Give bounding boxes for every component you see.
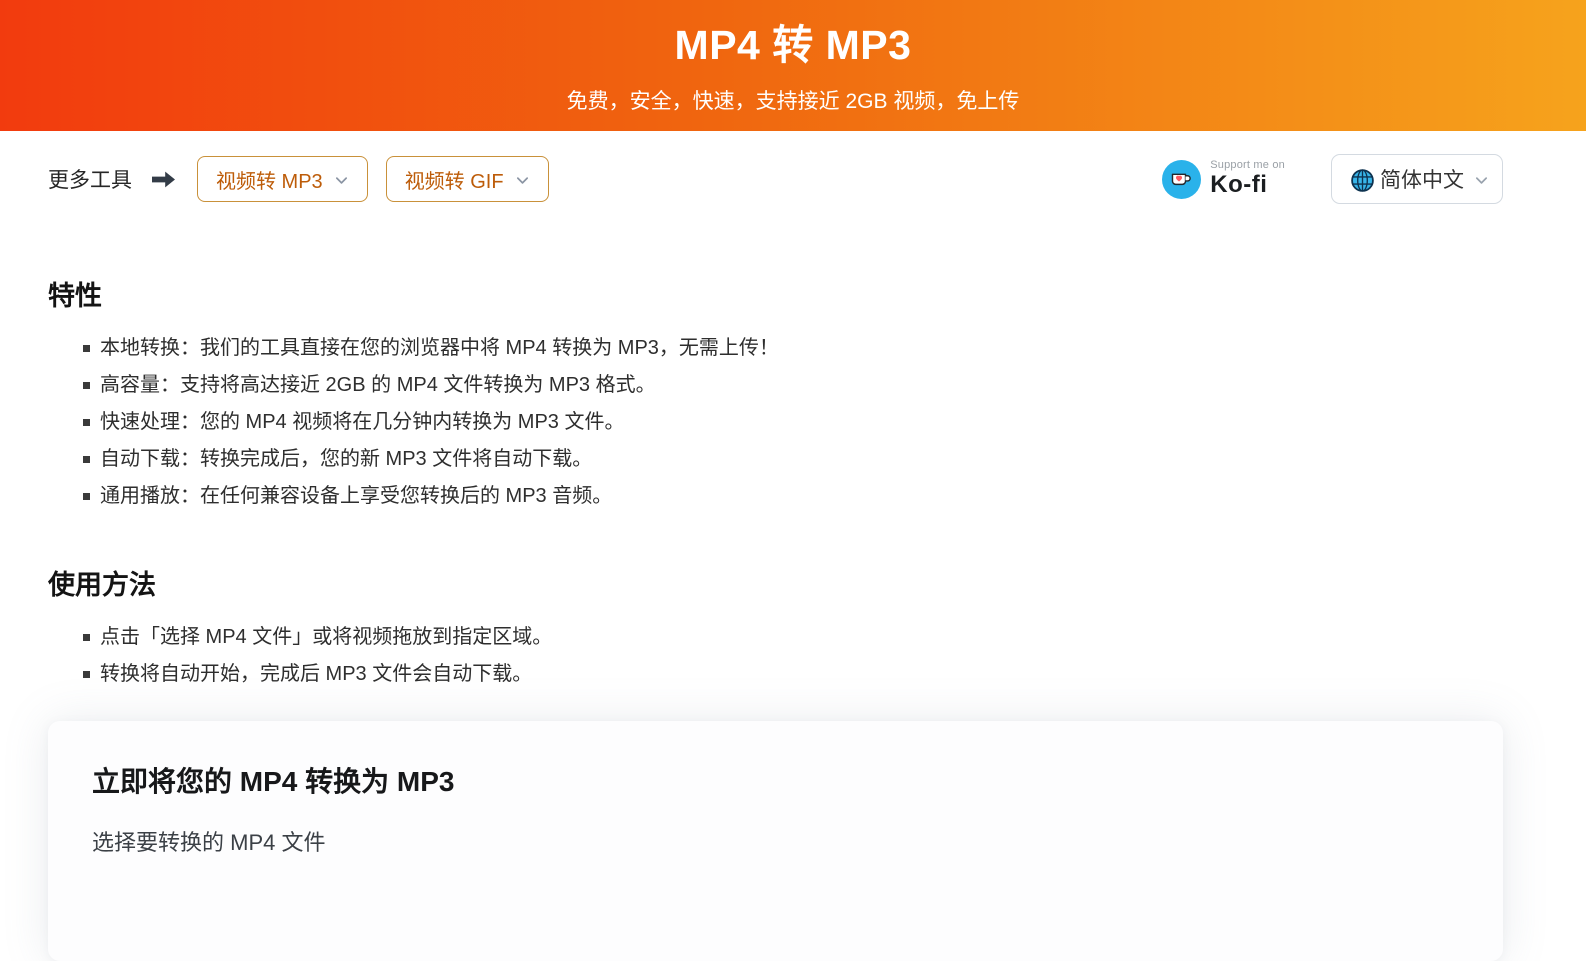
converter-card-title: 立即将您的 MP4 转换为 MP3 (92, 760, 1459, 800)
feature-text: 快速处理：您的 MP4 视频将在几分钟内转换为 MP3 文件。 (100, 404, 624, 441)
feature-item: 高容量：支持将高达接近 2GB 的 MP4 文件转换为 MP3 格式。 (48, 367, 1503, 404)
page: { "header": { "title": "MP4 转 MP3", "sub… (0, 0, 1586, 829)
kofi-text: Support me on Ko-fi (1210, 159, 1285, 198)
usage-list: 点击「选择 MP4 文件」或将视频拖放到指定区域。 转换将自动开始，完成后 MP… (48, 619, 1503, 693)
features-heading: 特性 (48, 274, 1503, 313)
arrow-right-icon (150, 169, 177, 190)
usage-text: 点击「选择 MP4 文件」或将视频拖放到指定区域。 (100, 619, 552, 656)
feature-text: 通用播放：在任何兼容设备上享受您转换后的 MP3 音频。 (100, 478, 612, 515)
bullet-square-icon (83, 634, 90, 641)
bullet-square-icon (83, 345, 90, 352)
features-list: 本地转换：我们的工具直接在您的浏览器中将 MP4 转换为 MP3，无需上传！ 高… (48, 330, 1503, 515)
language-label: 简体中文 (1380, 164, 1464, 194)
feature-item: 快速处理：您的 MP4 视频将在几分钟内转换为 MP3 文件。 (48, 404, 1503, 441)
header-actions: Support me on Ko-fi 简体中文 (1162, 154, 1503, 204)
feature-text: 本地转换：我们的工具直接在您的浏览器中将 MP4 转换为 MP3，无需上传！ (100, 330, 779, 367)
video-to-gif-dropdown[interactable]: 视频转 GIF (386, 156, 549, 202)
usage-item: 点击「选择 MP4 文件」或将视频拖放到指定区域。 (48, 619, 1503, 656)
bullet-square-icon (83, 382, 90, 389)
bullet-square-icon (83, 671, 90, 678)
chevron-down-icon (1474, 173, 1489, 188)
kofi-cup-icon (1162, 160, 1201, 199)
tools-group: 更多工具 视频转 MP3 视频转 GIF (48, 156, 549, 202)
globe-icon (1350, 168, 1375, 193)
bullet-square-icon (83, 419, 90, 426)
feature-text: 高容量：支持将高达接近 2GB 的 MP4 文件转换为 MP3 格式。 (100, 367, 656, 404)
kofi-tagline: Support me on (1210, 159, 1285, 171)
converter-card: 立即将您的 MP4 转换为 MP3 选择要转换的 MP4 文件 (48, 721, 1503, 961)
kofi-brand: Ko-fi (1210, 172, 1285, 199)
video-to-mp3-dropdown[interactable]: 视频转 MP3 (197, 156, 368, 202)
video-to-gif-label: 视频转 GIF (405, 165, 504, 194)
feature-text: 自动下载：转换完成后，您的新 MP3 文件将自动下载。 (100, 441, 592, 478)
page-title: MP4 转 MP3 (0, 0, 1586, 71)
bullet-square-icon (83, 493, 90, 500)
usage-item: 转换将自动开始，完成后 MP3 文件会自动下载。 (48, 656, 1503, 693)
hero-header: MP4 转 MP3 免费，安全，快速，支持接近 2GB 视频，免上传 (0, 0, 1586, 131)
language-selector[interactable]: 简体中文 (1331, 154, 1503, 204)
bullet-square-icon (83, 456, 90, 463)
video-to-mp3-label: 视频转 MP3 (216, 165, 323, 194)
feature-item: 自动下载：转换完成后，您的新 MP3 文件将自动下载。 (48, 441, 1503, 478)
chevron-down-icon (334, 173, 349, 188)
usage-text: 转换将自动开始，完成后 MP3 文件会自动下载。 (100, 656, 532, 693)
more-tools-label: 更多工具 (48, 164, 132, 194)
main-content: 特性 本地转换：我们的工具直接在您的浏览器中将 MP4 转换为 MP3，无需上传… (0, 274, 1586, 961)
kofi-button[interactable]: Support me on Ko-fi (1162, 159, 1285, 198)
feature-item: 通用播放：在任何兼容设备上享受您转换后的 MP3 音频。 (48, 478, 1503, 515)
page-subtitle: 免费，安全，快速，支持接近 2GB 视频，免上传 (0, 85, 1586, 115)
converter-card-subtitle: 选择要转换的 MP4 文件 (92, 825, 1459, 857)
feature-item: 本地转换：我们的工具直接在您的浏览器中将 MP4 转换为 MP3，无需上传！ (48, 330, 1503, 367)
usage-heading: 使用方法 (48, 563, 1503, 602)
chevron-down-icon (515, 173, 530, 188)
toolbar: 更多工具 视频转 MP3 视频转 GIF (0, 131, 1586, 204)
